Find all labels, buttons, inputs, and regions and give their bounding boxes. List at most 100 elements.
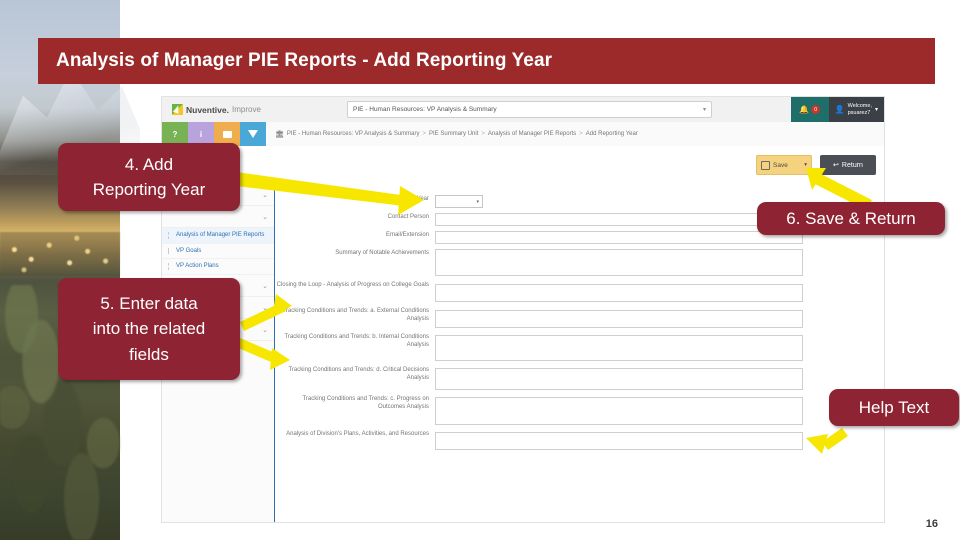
- breadcrumb-separator: >: [481, 131, 485, 137]
- return-arrow-icon: ↩: [833, 162, 839, 169]
- form-row-external-conditions: Tracking Conditions and Trends: a. Exter…: [275, 307, 884, 328]
- callout-add-text: 4. Add Reporting Year: [93, 152, 205, 203]
- closing-loop-textarea[interactable]: [435, 284, 803, 302]
- slide: Analysis of Manager PIE Reports - Add Re…: [0, 0, 960, 540]
- chevron-down-icon: ▾: [874, 107, 878, 113]
- slide-title-banner: Analysis of Manager PIE Reports - Add Re…: [38, 38, 935, 84]
- page-title: Analysis of Manager PIE Reports - Add Re…: [56, 50, 553, 71]
- breadcrumb-item-2[interactable]: Analysis of Manager PIE Reports: [488, 131, 576, 137]
- label-division-plans: Analysis of Division's Plans, Activities…: [286, 431, 429, 437]
- nuventive-logo-icon: [172, 104, 183, 115]
- callout-help-text: Help Text: [829, 389, 959, 426]
- label-contact-person: Contact Person: [387, 214, 429, 220]
- sidebar-item-label: VP Action Plans: [176, 263, 219, 270]
- internal-conditions-textarea[interactable]: [435, 335, 803, 361]
- external-conditions-textarea[interactable]: [435, 310, 803, 328]
- notification-badge: 0: [811, 105, 821, 114]
- info-icon: i: [199, 129, 203, 139]
- action-bar: Save ▾ ↩ Return: [162, 146, 884, 186]
- chevron-down-icon: ▾: [702, 107, 706, 113]
- user-menu[interactable]: 👤 Welcome, psuarez7 ▾: [828, 97, 884, 122]
- sidebar-item-vp-action-plans[interactable]: VP Action Plans: [162, 259, 274, 276]
- label-email-extension: Email/Extension: [385, 232, 429, 238]
- form-row-closing-loop: Closing the Loop - Analysis of Progress …: [275, 281, 884, 302]
- callout-add-line2: Reporting Year: [92, 180, 206, 199]
- chevron-down-icon: ⌄: [262, 282, 268, 290]
- chevron-down-icon[interactable]: ▾: [804, 162, 807, 168]
- breadcrumb-item-1[interactable]: PIE Summary Unit: [429, 131, 478, 137]
- save-button[interactable]: Save ▾: [756, 155, 812, 175]
- sidebar-item-label: VP Goals: [176, 247, 202, 254]
- progress-outcomes-textarea[interactable]: [435, 397, 803, 425]
- return-button[interactable]: ↩ Return: [820, 155, 876, 175]
- user-welcome-text: Welcome, psuarez7: [848, 103, 872, 116]
- critical-decisions-textarea[interactable]: [435, 368, 803, 390]
- context-select-value: PIE - Human Resources: VP Analysis & Sum…: [353, 106, 497, 113]
- chevron-down-icon: ⌄: [262, 213, 268, 221]
- funnel-icon: [248, 130, 258, 138]
- app-header: Nuventive. Improve PIE - Human Resources…: [162, 97, 884, 123]
- callout-enter-line3: fields: [129, 344, 169, 364]
- sidebar-item-label: Analysis of Manager PIE Reports: [176, 232, 265, 238]
- person-icon: 👤: [834, 105, 845, 114]
- label-closing-loop: Closing the Loop - Analysis of Progress …: [276, 282, 429, 288]
- breadcrumb: 🏛 PIE - Human Resources: VP Analysis & S…: [275, 130, 638, 138]
- brand: Nuventive. Improve: [172, 104, 302, 115]
- label-internal-conditions: Tracking Conditions and Trends: b. Inter…: [284, 334, 429, 349]
- form-row-critical-decisions: Tracking Conditions and Trends: d. Criti…: [275, 366, 884, 390]
- application-screenshot: Nuventive. Improve PIE - Human Resources…: [162, 97, 884, 522]
- label-external-conditions: Tracking Conditions and Trends: a. Exter…: [282, 308, 429, 323]
- breadcrumb-bar: ? i 🏛 PIE - Human Resources: VP Analysis…: [162, 122, 884, 147]
- required-asterisk: *: [385, 196, 388, 202]
- brand-product: Improve: [232, 105, 261, 114]
- callout-help-label: Help Text: [858, 397, 930, 417]
- form-row-progress-outcomes: Tracking Conditions and Trends: c. Progr…: [275, 395, 884, 425]
- institution-icon: 🏛: [275, 131, 284, 138]
- user-area: 🔔 0 👤 Welcome, psuarez7 ▾: [790, 97, 884, 122]
- welcome-label: Welcome,: [847, 103, 872, 110]
- contact-person-input[interactable]: [435, 213, 803, 226]
- return-button-label: Return: [841, 161, 863, 169]
- callout-add-line1: 4. Add: [124, 154, 174, 174]
- reporting-year-select[interactable]: ▾: [435, 195, 483, 208]
- form-row-summary-achievements: Summary of Notable Achievements: [275, 249, 884, 276]
- sidebar-item-analysis-of-manager-pie-reports[interactable]: Analysis of Manager PIE Reports: [162, 228, 274, 244]
- label-reporting-year: * Reporting Year: [275, 195, 435, 203]
- username: psuarez7: [847, 109, 871, 116]
- callout-add-reporting-year: 4. Add Reporting Year: [58, 143, 240, 211]
- context-select[interactable]: PIE - Human Resources: VP Analysis & Sum…: [347, 101, 712, 118]
- save-disk-icon: [761, 160, 770, 170]
- label-critical-decisions: Tracking Conditions and Trends: d. Criti…: [288, 367, 429, 382]
- chevron-down-icon: ⌄: [262, 304, 268, 312]
- breadcrumb-item-3: Add Reporting Year: [585, 131, 638, 137]
- save-button-label: Save: [773, 161, 788, 169]
- chevron-down-icon: ⌄: [262, 326, 268, 334]
- notifications-button[interactable]: 🔔 0: [790, 97, 829, 122]
- form-row-internal-conditions: Tracking Conditions and Trends: b. Inter…: [275, 333, 884, 361]
- question-mark-icon: ?: [172, 129, 178, 139]
- filter-button[interactable]: [240, 122, 266, 146]
- email-extension-input[interactable]: [435, 231, 803, 244]
- label-progress-outcomes: Tracking Conditions and Trends: c. Progr…: [302, 396, 429, 411]
- breadcrumb-item-0[interactable]: PIE - Human Resources: VP Analysis & Sum…: [287, 131, 420, 137]
- note-icon: [222, 130, 232, 138]
- callout-enter-line1: 5. Enter data: [100, 293, 198, 313]
- callout-save-return: 6. Save & Return: [757, 202, 945, 235]
- callout-enter-line2: into the related: [92, 319, 206, 339]
- sidebar-item-vp-goals[interactable]: VP Goals: [162, 244, 274, 260]
- chevron-down-icon: ▾: [476, 198, 479, 205]
- label-summary-achievements: Summary of Notable Achievements: [335, 250, 429, 256]
- city-lights: [0, 232, 120, 276]
- callout-save-text: 6. Save & Return: [786, 208, 916, 228]
- division-plans-textarea[interactable]: [435, 432, 803, 450]
- breadcrumb-separator: >: [422, 131, 427, 137]
- chevron-down-icon: ⌄: [262, 191, 268, 199]
- page-number: 16: [925, 518, 938, 530]
- summary-achievements-textarea[interactable]: [435, 249, 803, 276]
- field-label: Reporting Year: [389, 196, 429, 202]
- form-row-division-plans: Analysis of Division's Plans, Activities…: [275, 430, 884, 450]
- callout-enter-text: 5. Enter data into the related fields: [93, 291, 205, 368]
- breadcrumb-separator: >: [579, 131, 583, 137]
- callout-enter-data: 5. Enter data into the related fields: [58, 278, 240, 380]
- brand-name: Nuventive.: [186, 104, 229, 115]
